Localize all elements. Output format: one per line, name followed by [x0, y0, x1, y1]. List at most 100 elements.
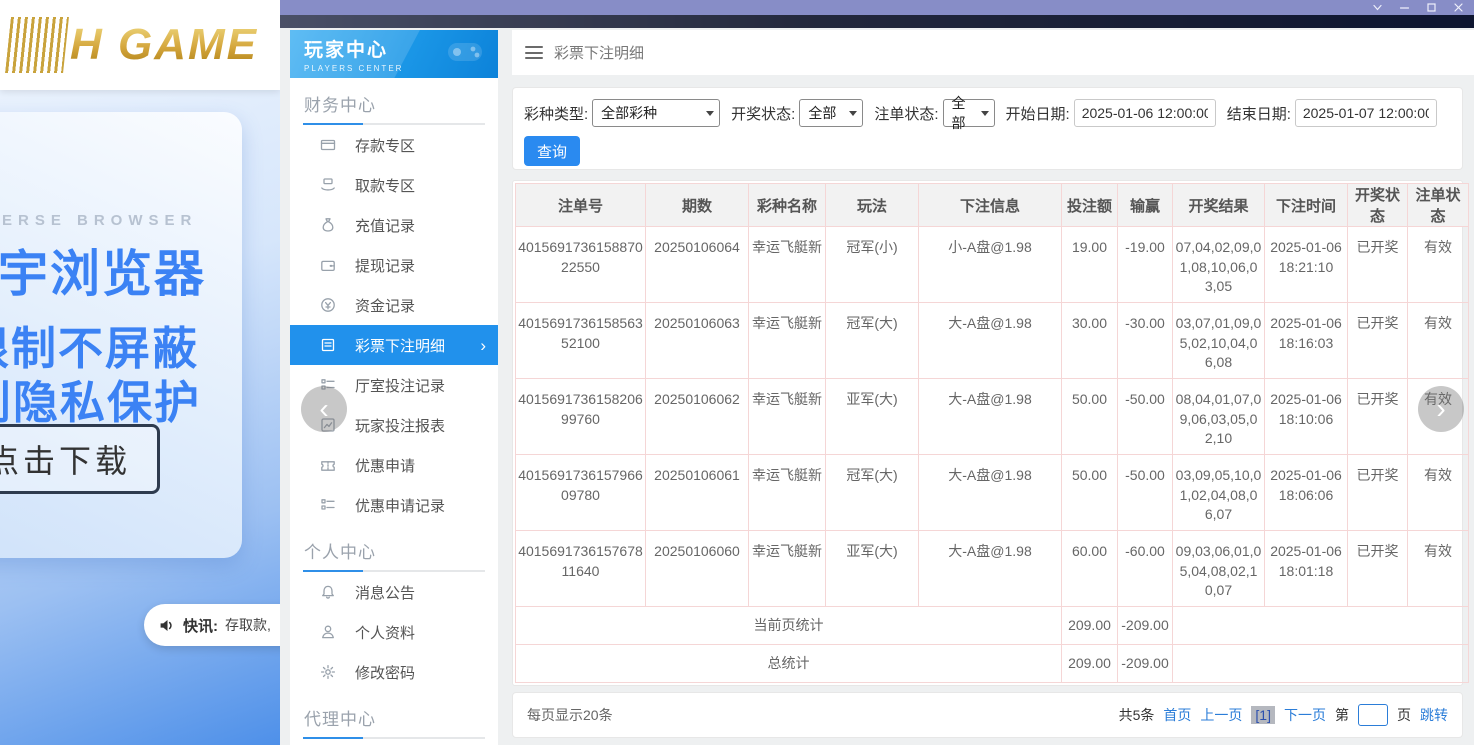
jump-button[interactable]: 跳转: [1420, 705, 1448, 725]
table-cell: 2025-01-06 18:01:18: [1265, 531, 1348, 607]
sidebar-item[interactable]: 修改密码: [290, 652, 498, 692]
table-cell: 幸运飞艇新: [749, 455, 826, 531]
table-row: 40156917361588702255020250106064幸运飞艇新冠军(…: [516, 227, 1469, 303]
table-header-row: 注单号期数彩种名称玩法下注信息投注额输赢开奖结果下注时间开奖状态注单状态: [516, 184, 1469, 227]
table-cell: 2025-01-06 18:10:06: [1265, 379, 1348, 455]
table-cell: 60.00: [1062, 531, 1118, 607]
filter-group: 结束日期:: [1227, 99, 1437, 127]
sidebar-item[interactable]: 取款专区: [290, 165, 498, 205]
table-cell: 2025-01-06 18:21:10: [1265, 227, 1348, 303]
table-cell: 有效: [1408, 455, 1469, 531]
table-cell: 已开奖: [1348, 227, 1408, 303]
sidebar-section-title: 个人中心: [290, 525, 498, 570]
table-cell: 07,04,02,09,01,08,10,06,03,05: [1173, 227, 1265, 303]
carousel-prev-button[interactable]: ‹: [301, 386, 347, 432]
order-status-select[interactable]: 全部: [943, 99, 995, 127]
coupon-list-icon: [320, 497, 336, 513]
sidebar-item[interactable]: 充值记录: [290, 205, 498, 245]
table-cell: 20250106061: [646, 455, 749, 531]
maximize-icon[interactable]: [1426, 2, 1437, 13]
first-page-link[interactable]: 首页: [1163, 705, 1191, 725]
ticker-label: 快讯:: [183, 615, 218, 636]
deposit-card-icon: [320, 137, 336, 153]
table-cell: 大-A盘@1.98: [919, 455, 1062, 531]
table-cell: 50.00: [1062, 455, 1118, 531]
draw-status-select[interactable]: 全部: [799, 99, 863, 127]
sidebar-item-active[interactable]: 彩票下注明细›: [290, 325, 498, 365]
table-cell: 大-A盘@1.98: [919, 531, 1062, 607]
bet-list-icon: [320, 337, 336, 353]
column-header: 输赢: [1118, 184, 1173, 227]
sidebar-item-label: 取款专区: [355, 175, 415, 196]
page-size-label: 每页显示20条: [527, 705, 613, 725]
carousel-next-button[interactable]: ›: [1418, 386, 1464, 432]
column-header: 开奖状态: [1348, 184, 1408, 227]
select-value: 全部: [808, 103, 836, 123]
sidebar-item-label: 优惠申请记录: [355, 495, 445, 516]
site-logo[interactable]: H GAME: [0, 0, 280, 90]
sidebar-item[interactable]: 存款专区: [290, 125, 498, 165]
table-cell: 20250106062: [646, 379, 749, 455]
ad-tagline: ERSE BROWSER: [2, 212, 197, 229]
chevron-down-icon: [981, 111, 989, 116]
sidebar-item-label: 存款专区: [355, 135, 415, 156]
ticker-text: 存取款,: [225, 615, 271, 635]
section-underline: [303, 737, 485, 739]
sidebar-item[interactable]: 提现记录: [290, 245, 498, 285]
logo-text: H GAME: [70, 20, 258, 70]
menu-toggle-icon[interactable]: [525, 46, 543, 59]
table-cell: -30.00: [1118, 303, 1173, 379]
sidebar-item-label: 消息公告: [355, 582, 415, 603]
table-cell: 幸运飞艇新: [749, 227, 826, 303]
sidebar-section-title: 代理中心: [290, 692, 498, 737]
column-header: 期数: [646, 184, 749, 227]
table-cell: 大-A盘@1.98: [919, 303, 1062, 379]
table-cell: 已开奖: [1348, 455, 1408, 531]
start-date-input[interactable]: [1074, 99, 1216, 127]
sidebar-item[interactable]: 消息公告: [290, 572, 498, 612]
page-jump-input[interactable]: [1358, 704, 1388, 726]
person-icon: [320, 624, 336, 640]
table-cell: 冠军(大): [826, 455, 919, 531]
lottery-type-select[interactable]: 全部彩种: [592, 99, 720, 127]
filter-group: 彩种类型:全部彩种: [524, 99, 720, 127]
sidebar-item-label: 玩家投注报表: [355, 415, 445, 436]
ad-download-button[interactable]: 点击下载: [0, 424, 160, 494]
sidebar-item[interactable]: 优惠申请记录: [290, 485, 498, 525]
table-cell: 20250106063: [646, 303, 749, 379]
end-date-input[interactable]: [1295, 99, 1437, 127]
summary-label: 当前页统计: [516, 607, 1062, 645]
coin-icon: [320, 297, 336, 313]
column-header: 玩法: [826, 184, 919, 227]
sidebar-section-title: 财务中心: [290, 78, 498, 123]
table-cell: 幸运飞艇新: [749, 379, 826, 455]
filter-panel: 彩种类型:全部彩种开奖状态:全部注单状态:全部开始日期:结束日期: 查询: [512, 87, 1463, 170]
money-bag-icon: [320, 217, 336, 233]
filter-label: 注单状态:: [874, 103, 938, 124]
column-header: 投注额: [1062, 184, 1118, 227]
next-page-link[interactable]: 下一页: [1284, 705, 1326, 725]
table-cell: 亚军(大): [826, 379, 919, 455]
query-button[interactable]: 查询: [524, 136, 580, 166]
chevron-down-icon[interactable]: [1372, 2, 1383, 13]
sidebar-item[interactable]: 个人资料: [290, 612, 498, 652]
table-cell: 幸运飞艇新: [749, 303, 826, 379]
minimize-icon[interactable]: [1399, 2, 1410, 13]
ad-banner[interactable]: ERSE BROWSER 宇浏览器 限制不屏蔽 别隐私保护 点击下载: [0, 112, 242, 558]
table-cell: 大-A盘@1.98: [919, 379, 1062, 455]
summary-label: 总统计: [516, 645, 1062, 683]
filter-group: 开奖状态: 全部: [731, 99, 863, 127]
column-header: 开奖结果: [1173, 184, 1265, 227]
window-titlebar: [280, 0, 1474, 15]
sidebar-item[interactable]: 资金记录: [290, 285, 498, 325]
sidebar-item-label: 充值记录: [355, 215, 415, 236]
column-header: 注单状态: [1408, 184, 1469, 227]
table-cell: 50.00: [1062, 379, 1118, 455]
table-cell: 09,03,06,01,05,04,08,02,10,07: [1173, 531, 1265, 607]
sidebar-item[interactable]: 优惠申请: [290, 445, 498, 485]
withdraw-hand-icon: [320, 177, 336, 193]
close-icon[interactable]: [1453, 2, 1464, 13]
prev-page-link[interactable]: 上一页: [1200, 705, 1242, 725]
filter-label: 开奖状态:: [731, 103, 795, 124]
table-cell: 小-A盘@1.98: [919, 227, 1062, 303]
